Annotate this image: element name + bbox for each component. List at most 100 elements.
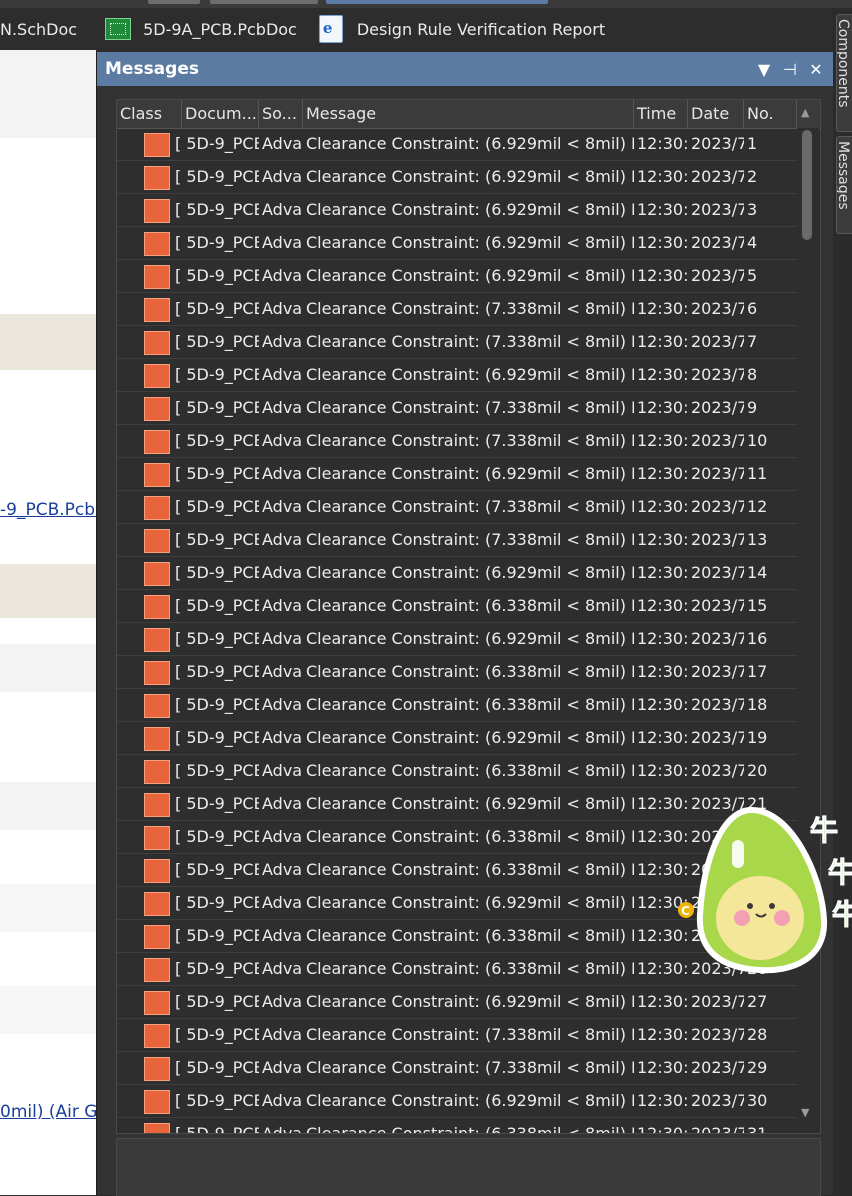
violation-class-icon	[144, 331, 170, 355]
cell-document: [ 5D-9_PCB	[175, 530, 259, 549]
cell-document: [ 5D-9_PCB	[175, 794, 259, 813]
tab-pcbdoc[interactable]: 5D-9A_PCB.PcbDoc	[87, 8, 307, 50]
column-header-document[interactable]: Docum...	[182, 100, 259, 128]
cell-source: Adva	[262, 299, 303, 318]
column-header-source[interactable]: So...	[259, 100, 303, 128]
tab-drc-report[interactable]: Design Rule Verification Report	[307, 8, 615, 50]
message-row[interactable]: [ 5D-9_PCB Adva Clearance Constraint: (7.3…	[117, 425, 797, 458]
message-row[interactable]: [ 5D-9_PCB Adva Clearance Constraint: (7.3…	[117, 326, 797, 359]
cell-document: [ 5D-9_PCB	[175, 200, 259, 219]
cell-document: [ 5D-9_PCB	[175, 761, 259, 780]
column-header-message[interactable]: Message	[303, 100, 634, 128]
side-tab-messages[interactable]: Messages	[836, 136, 852, 234]
cell-date: 2023/7	[691, 1124, 744, 1134]
scrollbar-thumb[interactable]	[802, 130, 812, 240]
message-row[interactable]: [ 5D-9_PCB Adva Clearance Constraint: (6.9…	[117, 161, 797, 194]
violation-class-icon	[144, 364, 170, 388]
cell-number: 8	[747, 365, 758, 384]
message-row[interactable]: [ 5D-9_PCB Adva Clearance Constraint: (6.3…	[117, 755, 797, 788]
message-row[interactable]: [ 5D-9_PCB Adva Clearance Constraint: (7.3…	[117, 1019, 797, 1052]
message-row[interactable]: [ 5D-9_PCB Adva Clearance Constraint: (6.3…	[117, 656, 797, 689]
message-row[interactable]: [ 5D-9_PCB Adva Clearance Constraint: (6.9…	[117, 227, 797, 260]
cell-message: Clearance Constraint: (6.338mil < 8mil) …	[306, 860, 634, 879]
cell-message: Clearance Constraint: (7.338mil < 8mil) …	[306, 332, 634, 351]
cell-document: [ 5D-9_PCB	[175, 497, 259, 516]
message-row[interactable]: [ 5D-9_PCB Adva Clearance Constraint: (6.3…	[117, 1118, 797, 1134]
pin-icon[interactable]: ⊣	[781, 60, 799, 79]
message-row[interactable]: [ 5D-9_PCB Adva Clearance Constraint: (7.3…	[117, 1052, 797, 1085]
message-row[interactable]: [ 5D-9_PCB Adva Clearance Constraint: (6.9…	[117, 458, 797, 491]
cell-message: Clearance Constraint: (6.929mil < 8mil) …	[306, 134, 634, 153]
cell-number: 28	[747, 1025, 768, 1044]
message-row[interactable]: [ 5D-9_PCB Adva Clearance Constraint: (6.9…	[117, 194, 797, 227]
cell-message: Clearance Constraint: (6.929mil < 8mil) …	[306, 728, 634, 747]
violation-class-icon	[144, 859, 170, 883]
message-row[interactable]: [ 5D-9_PCB Adva Clearance Constraint: (6.9…	[117, 128, 797, 161]
message-row[interactable]: [ 5D-9_PCB Adva Clearance Constraint: (6.9…	[117, 359, 797, 392]
cell-source: Adva	[262, 167, 303, 186]
grid-header: Class Docum... So... Message Time Date N…	[117, 100, 820, 129]
scroll-down-icon[interactable]: ▼	[801, 1106, 809, 1119]
cell-number: 16	[747, 629, 768, 648]
message-row[interactable]: [ 5D-9_PCB Adva Clearance Constraint: (7.3…	[117, 491, 797, 524]
panel-menu-icon[interactable]: ▼	[755, 60, 773, 79]
cell-source: Adva	[262, 662, 303, 681]
cell-document: [ 5D-9_PCB	[175, 662, 259, 681]
tab-schdoc[interactable]: N.SchDoc	[0, 8, 87, 50]
column-header-class[interactable]: Class	[117, 100, 182, 128]
message-row[interactable]: [ 5D-9_PCB Adva Clearance Constraint: (6.9…	[117, 722, 797, 755]
cell-document: [ 5D-9_PCB	[175, 398, 259, 417]
cell-time: 12:30:5	[637, 365, 688, 384]
panel-title-bar: Messages ▼ ⊣ ✕	[97, 52, 833, 86]
message-row[interactable]: [ 5D-9_PCB Adva Clearance Constraint: (7.3…	[117, 293, 797, 326]
cell-number: 31	[747, 1124, 768, 1134]
message-row[interactable]: [ 5D-9_PCB Adva Clearance Constraint: (6.9…	[117, 986, 797, 1019]
cell-number: 11	[747, 464, 768, 483]
column-header-date[interactable]: Date	[688, 100, 744, 128]
cell-date: 2023/7	[691, 728, 744, 747]
report-link[interactable]: -9_PCB.PcbD	[0, 500, 96, 520]
cell-date: 2023/7	[691, 200, 744, 219]
cell-date: 2023/7	[691, 563, 744, 582]
violation-class-icon	[144, 925, 170, 949]
vertical-scrollbar[interactable]: ▲ ▼	[797, 106, 819, 1132]
message-detail-pane	[116, 1138, 821, 1196]
cell-source: Adva	[262, 794, 303, 813]
message-row[interactable]: [ 5D-9_PCB Adva Clearance Constraint: (7.3…	[117, 524, 797, 557]
report-band	[0, 564, 96, 618]
message-row[interactable]: [ 5D-9_PCB Adva Clearance Constraint: (6.3…	[117, 590, 797, 623]
message-row[interactable]: [ 5D-9_PCB Adva Clearance Constraint: (6.9…	[117, 260, 797, 293]
cell-document: [ 5D-9_PCB	[175, 992, 259, 1011]
cell-document: [ 5D-9_PCB	[175, 563, 259, 582]
avocado-sticker: C 牛 牛 牛	[678, 806, 852, 974]
violation-class-icon	[144, 496, 170, 520]
message-row[interactable]: [ 5D-9_PCB Adva Clearance Constraint: (6.3…	[117, 689, 797, 722]
cell-source: Adva	[262, 365, 303, 384]
violation-class-icon	[144, 595, 170, 619]
cell-time: 12:30:5	[637, 1091, 688, 1110]
scroll-up-icon[interactable]: ▲	[801, 106, 809, 119]
report-link[interactable]: 0mil) (Air G	[0, 1102, 96, 1122]
cell-number: 18	[747, 695, 768, 714]
message-row[interactable]: [ 5D-9_PCB Adva Clearance Constraint: (7.3…	[117, 392, 797, 425]
cell-document: [ 5D-9_PCB	[175, 926, 259, 945]
cell-message: Clearance Constraint: (6.929mil < 8mil) …	[306, 992, 634, 1011]
message-row[interactable]: [ 5D-9_PCB Adva Clearance Constraint: (6.9…	[117, 623, 797, 656]
column-header-no[interactable]: No.	[744, 100, 797, 128]
cell-number: 27	[747, 992, 768, 1011]
violation-class-icon	[144, 1057, 170, 1081]
sticker-char: 牛	[828, 856, 852, 889]
message-row[interactable]: [ 5D-9_PCB Adva Clearance Constraint: (6.9…	[117, 1085, 797, 1118]
cell-source: Adva	[262, 332, 303, 351]
tab-strip-active-segment	[326, 0, 548, 4]
column-header-time[interactable]: Time	[634, 100, 688, 128]
message-row[interactable]: [ 5D-9_PCB Adva Clearance Constraint: (6.9…	[117, 557, 797, 590]
cell-number: 10	[747, 431, 768, 450]
report-band	[0, 884, 96, 932]
side-tab-components[interactable]: Components	[836, 14, 852, 132]
close-icon[interactable]: ✕	[807, 60, 825, 79]
html-report-icon	[318, 15, 343, 43]
cell-number: 30	[747, 1091, 768, 1110]
sticker-cheek	[734, 910, 750, 926]
cell-number: 20	[747, 761, 768, 780]
